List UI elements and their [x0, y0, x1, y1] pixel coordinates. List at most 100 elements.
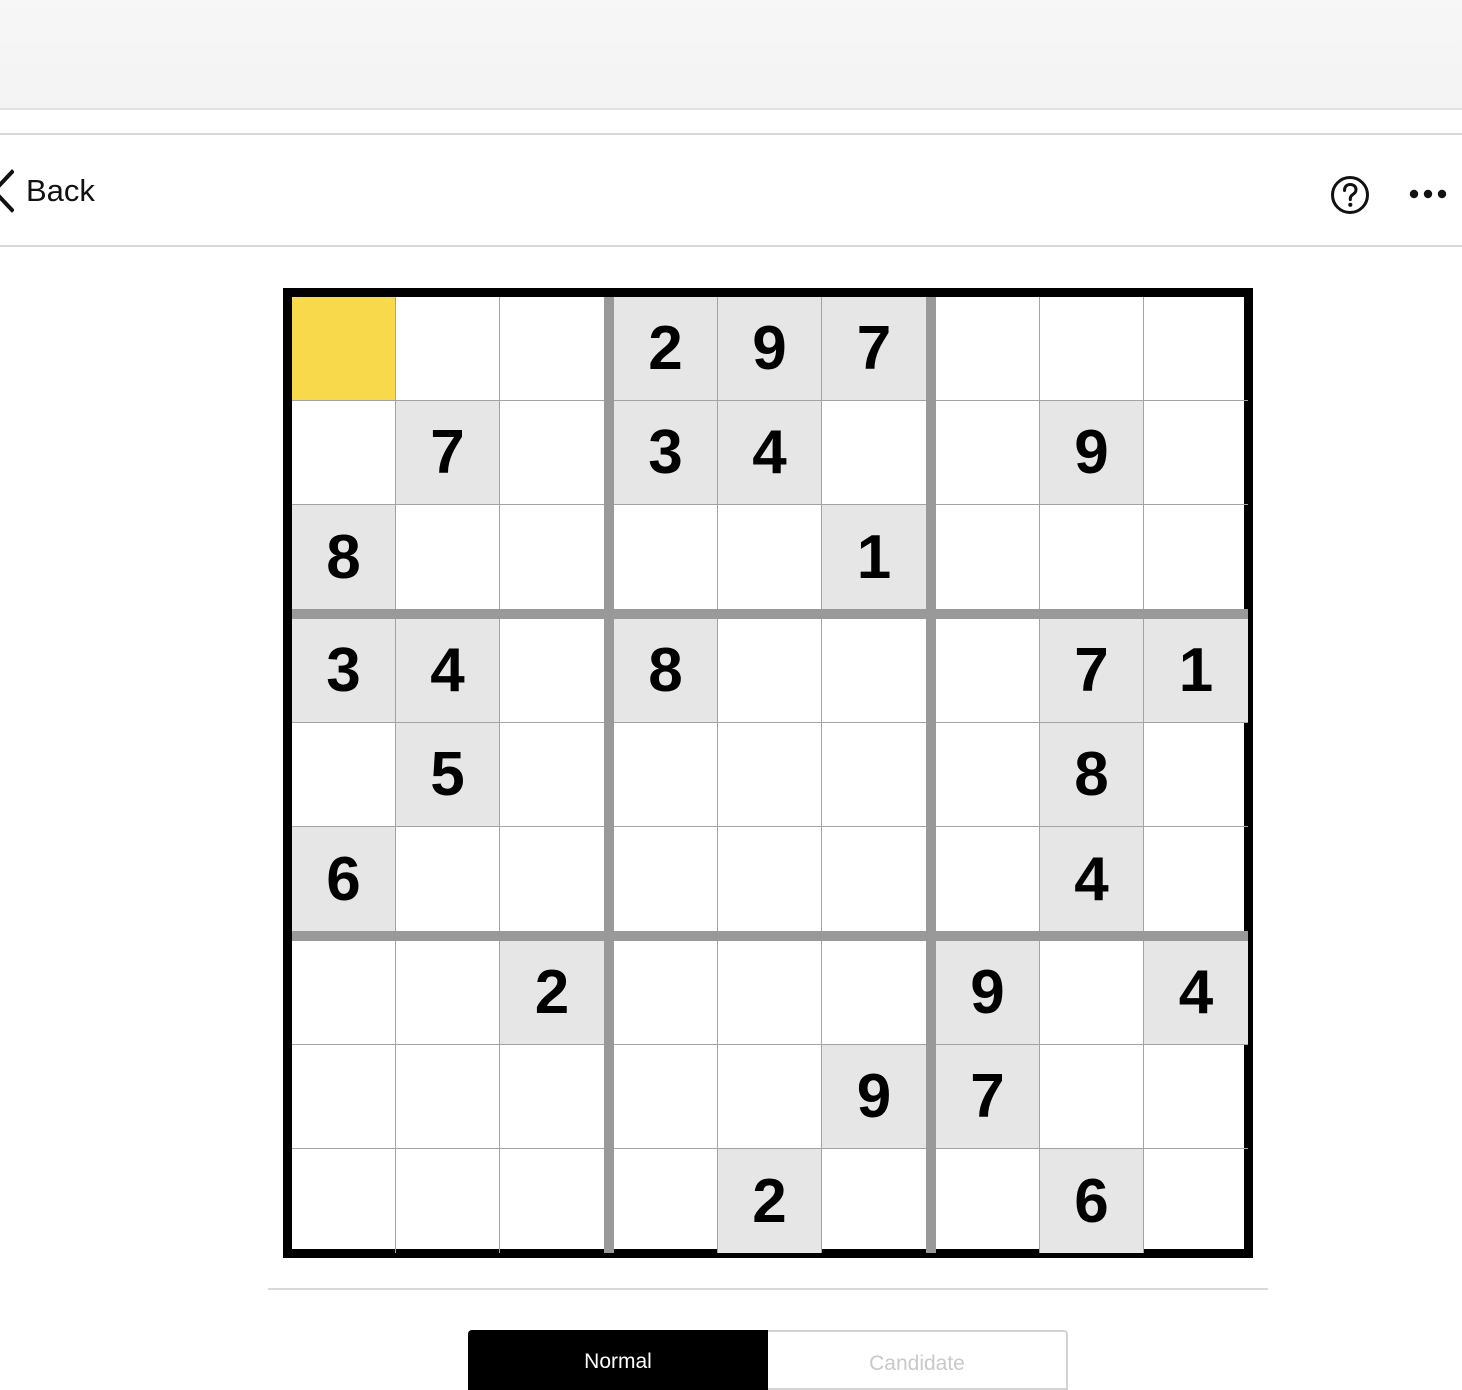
cell-r5c8[interactable]: 8	[1040, 723, 1144, 827]
chevron-left-icon	[0, 169, 14, 213]
cell-r6c3[interactable]	[500, 827, 604, 931]
cell-r1c8[interactable]	[1040, 297, 1144, 401]
box-divider-vertical	[604, 297, 614, 1253]
cell-r4c1[interactable]: 3	[292, 619, 396, 723]
cell-r3c6[interactable]: 1	[822, 505, 926, 609]
help-circle-icon	[1330, 176, 1370, 219]
cell-r2c9[interactable]	[1144, 401, 1248, 505]
top-bar	[0, 0, 1462, 110]
cell-r9c9[interactable]	[1144, 1149, 1248, 1253]
cell-r1c5[interactable]: 9	[718, 297, 822, 401]
cell-r3c5[interactable]	[718, 505, 822, 609]
cell-r4c8[interactable]: 7	[1040, 619, 1144, 723]
cell-r7c9[interactable]: 4	[1144, 941, 1248, 1045]
cell-r9c4[interactable]	[614, 1149, 718, 1253]
cell-r4c3[interactable]	[500, 619, 604, 723]
cell-r3c9[interactable]	[1144, 505, 1248, 609]
cell-r1c2[interactable]	[396, 297, 500, 401]
cell-r7c8[interactable]	[1040, 941, 1144, 1045]
cell-r9c2[interactable]	[396, 1149, 500, 1253]
cell-r6c9[interactable]	[1144, 827, 1248, 931]
cell-r5c7[interactable]	[936, 723, 1040, 827]
cell-r3c1[interactable]: 8	[292, 505, 396, 609]
cell-r6c1[interactable]: 6	[292, 827, 396, 931]
cell-r7c1[interactable]	[292, 941, 396, 1045]
cell-r2c1[interactable]	[292, 401, 396, 505]
cell-r1c4[interactable]: 2	[614, 297, 718, 401]
cell-r9c3[interactable]	[500, 1149, 604, 1253]
cell-r5c1[interactable]	[292, 723, 396, 827]
sudoku-board: 2977349813487158642949726	[283, 288, 1253, 1258]
divider	[268, 1288, 1268, 1290]
cell-r9c1[interactable]	[292, 1149, 396, 1253]
cell-r1c3[interactable]	[500, 297, 604, 401]
cell-r7c3[interactable]: 2	[500, 941, 604, 1045]
cell-r8c3[interactable]	[500, 1045, 604, 1149]
cell-r6c7[interactable]	[936, 827, 1040, 931]
cell-r5c5[interactable]	[718, 723, 822, 827]
cell-r8c4[interactable]	[614, 1045, 718, 1149]
back-label: Back	[26, 173, 95, 208]
back-button[interactable]: Back	[0, 168, 95, 214]
cell-r2c2[interactable]: 7	[396, 401, 500, 505]
cell-r2c8[interactable]: 9	[1040, 401, 1144, 505]
mode-candidate-button[interactable]: Candidate	[768, 1330, 1068, 1390]
cell-r8c1[interactable]	[292, 1045, 396, 1149]
cell-r6c4[interactable]	[614, 827, 718, 931]
cell-r6c5[interactable]	[718, 827, 822, 931]
cell-r4c5[interactable]	[718, 619, 822, 723]
cell-r4c4[interactable]: 8	[614, 619, 718, 723]
cell-r9c7[interactable]	[936, 1149, 1040, 1253]
cell-r1c1[interactable]	[292, 297, 396, 401]
cell-r4c2[interactable]: 4	[396, 619, 500, 723]
cell-r2c4[interactable]: 3	[614, 401, 718, 505]
cell-r7c7[interactable]: 9	[936, 941, 1040, 1045]
divider	[0, 245, 1462, 247]
help-button[interactable]	[1330, 175, 1370, 215]
cell-r2c6[interactable]	[822, 401, 926, 505]
cell-r7c4[interactable]	[614, 941, 718, 1045]
cell-r5c4[interactable]	[614, 723, 718, 827]
game-nav-bar	[0, 135, 1462, 245]
cell-r5c3[interactable]	[500, 723, 604, 827]
cell-r4c6[interactable]	[822, 619, 926, 723]
cell-r1c7[interactable]	[936, 297, 1040, 401]
more-options-button[interactable]	[1406, 180, 1450, 208]
box-divider-vertical	[926, 297, 936, 1253]
cell-r3c8[interactable]	[1040, 505, 1144, 609]
cell-r8c9[interactable]	[1144, 1045, 1248, 1149]
cell-r2c5[interactable]: 4	[718, 401, 822, 505]
cell-r1c9[interactable]	[1144, 297, 1248, 401]
cell-r3c4[interactable]	[614, 505, 718, 609]
cell-r5c6[interactable]	[822, 723, 926, 827]
cell-r5c2[interactable]: 5	[396, 723, 500, 827]
cell-r9c6[interactable]	[822, 1149, 926, 1253]
cell-r8c7[interactable]: 7	[936, 1045, 1040, 1149]
box-divider-horizontal	[292, 609, 1248, 619]
cell-r8c2[interactable]	[396, 1045, 500, 1149]
cell-r8c8[interactable]	[1040, 1045, 1144, 1149]
cell-r3c3[interactable]	[500, 505, 604, 609]
cell-r5c9[interactable]	[1144, 723, 1248, 827]
cell-r9c5[interactable]: 2	[718, 1149, 822, 1253]
cell-r6c8[interactable]: 4	[1040, 827, 1144, 931]
box-divider-horizontal	[292, 931, 1248, 941]
mode-normal-button[interactable]: Normal	[468, 1330, 768, 1390]
cell-r2c7[interactable]	[936, 401, 1040, 505]
cell-r2c3[interactable]	[500, 401, 604, 505]
ellipsis-icon	[1406, 189, 1450, 212]
cell-r7c5[interactable]	[718, 941, 822, 1045]
cell-r4c7[interactable]	[936, 619, 1040, 723]
cell-r3c2[interactable]	[396, 505, 500, 609]
cell-r1c6[interactable]: 7	[822, 297, 926, 401]
cell-r7c6[interactable]	[822, 941, 926, 1045]
cell-r3c7[interactable]	[936, 505, 1040, 609]
cell-r4c9[interactable]: 1	[1144, 619, 1248, 723]
mode-toggle: Normal Candidate	[468, 1330, 1068, 1390]
cell-r6c2[interactable]	[396, 827, 500, 931]
cell-r9c8[interactable]: 6	[1040, 1149, 1144, 1253]
cell-r6c6[interactable]	[822, 827, 926, 931]
cell-r8c6[interactable]: 9	[822, 1045, 926, 1149]
cell-r7c2[interactable]	[396, 941, 500, 1045]
cell-r8c5[interactable]	[718, 1045, 822, 1149]
